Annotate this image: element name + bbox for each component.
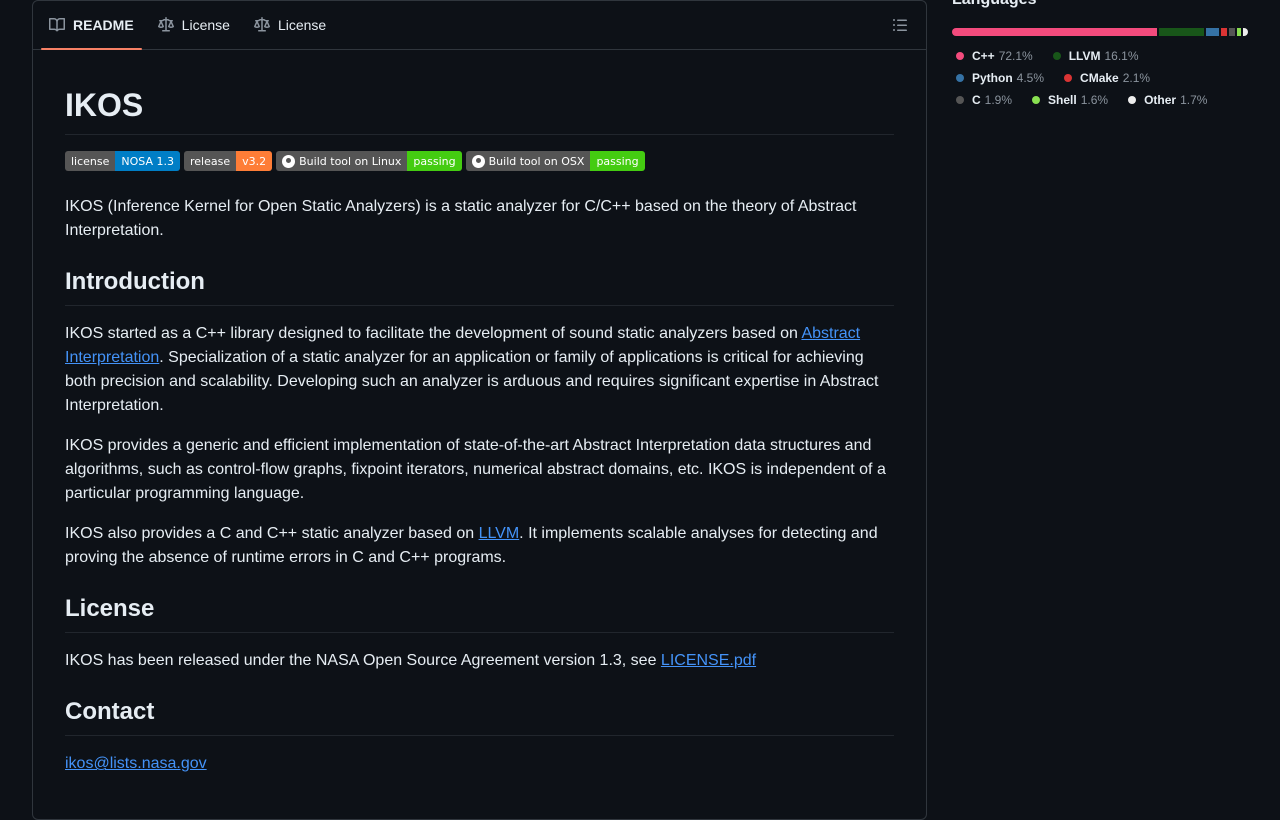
badge-value: NOSA 1.3 bbox=[115, 151, 180, 172]
tab-readme-label: README bbox=[73, 17, 134, 33]
llvm-link[interactable]: LLVM bbox=[479, 525, 520, 542]
language-llvm[interactable]: LLVM 16.1% bbox=[1049, 45, 1139, 67]
github-icon bbox=[282, 154, 296, 168]
github-icon bbox=[471, 154, 485, 168]
badge-value: passing bbox=[590, 151, 645, 172]
language-shell[interactable]: Shell 1.6% bbox=[1028, 89, 1108, 111]
introduction-heading: Introduction bbox=[65, 267, 894, 307]
badge-value: passing bbox=[407, 151, 462, 172]
dot-icon bbox=[1052, 52, 1061, 60]
languages-bar bbox=[952, 28, 1248, 36]
introduction-paragraph-3: IKOS also provides a C and C++ static an… bbox=[65, 525, 878, 567]
language-bar-segment bbox=[952, 28, 1157, 36]
language-c[interactable]: C 1.9% bbox=[952, 89, 1012, 111]
readme-tabbar: README License License bbox=[33, 1, 926, 50]
readme-panel: README License License IKOS license NOSA… bbox=[32, 0, 927, 820]
languages-heading: Languages bbox=[952, 0, 1036, 9]
license-badge[interactable]: license NOSA 1.3 bbox=[65, 151, 180, 172]
dot-icon bbox=[956, 74, 964, 82]
list-unordered-icon bbox=[893, 19, 907, 31]
tab-license-1[interactable]: License bbox=[150, 1, 238, 49]
badge-value: v3.2 bbox=[236, 151, 273, 172]
language-cpp[interactable]: C++ 72.1% bbox=[952, 45, 1033, 67]
law-icon bbox=[253, 17, 270, 32]
license-pdf-link[interactable]: LICENSE.pdf bbox=[661, 652, 756, 669]
badge-row: license NOSA 1.3 release v3.2 Build tool… bbox=[65, 151, 894, 172]
badge-label: Build tool on OSX bbox=[488, 154, 585, 168]
tab-readme[interactable]: README bbox=[41, 1, 142, 50]
tab-license-2-label: License bbox=[277, 17, 327, 33]
language-bar-segment bbox=[1158, 28, 1205, 36]
dot-icon bbox=[956, 96, 964, 104]
readme-title: IKOS bbox=[65, 86, 894, 136]
outline-button[interactable] bbox=[892, 17, 910, 35]
language-bar-segment bbox=[1206, 28, 1220, 36]
license-paragraph: IKOS has been released under the NASA Op… bbox=[65, 652, 757, 670]
dot-icon bbox=[1032, 96, 1041, 104]
introduction-paragraph-2: IKOS provides a generic and efficient im… bbox=[65, 437, 886, 503]
contact-heading: Contact bbox=[65, 697, 894, 737]
contact-paragraph: ikos@lists.nasa.gov bbox=[65, 752, 894, 776]
language-bar-segment bbox=[1221, 28, 1228, 36]
dot-icon bbox=[956, 52, 964, 60]
language-bar-segment bbox=[1229, 28, 1235, 36]
dot-icon bbox=[1128, 96, 1137, 104]
language-bar-segment bbox=[1236, 28, 1242, 36]
law-icon bbox=[157, 17, 174, 32]
build-osx-badge[interactable]: Build tool on OSX passing bbox=[465, 151, 645, 172]
dot-icon bbox=[1064, 74, 1073, 82]
book-icon bbox=[49, 17, 65, 32]
contact-email-link[interactable]: ikos@lists.nasa.gov bbox=[65, 755, 207, 772]
build-linux-badge[interactable]: Build tool on Linux passing bbox=[276, 151, 462, 172]
tab-license-1-label: License bbox=[181, 17, 230, 33]
release-badge[interactable]: release v3.2 bbox=[184, 151, 273, 172]
badge-label: release bbox=[184, 151, 237, 172]
badge-label: Build tool on Linux bbox=[299, 154, 402, 168]
license-heading: License bbox=[65, 594, 894, 634]
language-python[interactable]: Python 4.5% bbox=[952, 67, 1044, 89]
badge-label: license bbox=[65, 151, 116, 172]
readme-content: IKOS license NOSA 1.3 release v3.2 Build… bbox=[33, 86, 926, 776]
languages-list: C++ 72.1% LLVM 16.1% Python 4.5% CMake 2.1% … bbox=[952, 45, 1252, 111]
language-cmake[interactable]: CMake 2.1% bbox=[1060, 67, 1150, 89]
intro-paragraph: IKOS (Inference Kernel for Open Static A… bbox=[65, 198, 857, 240]
tab-license-2[interactable]: License bbox=[246, 1, 334, 49]
language-bar-segment bbox=[1243, 28, 1248, 36]
language-other: Other 1.7% bbox=[1124, 89, 1207, 111]
introduction-paragraph-1: IKOS started as a C++ library designed t… bbox=[65, 325, 879, 415]
